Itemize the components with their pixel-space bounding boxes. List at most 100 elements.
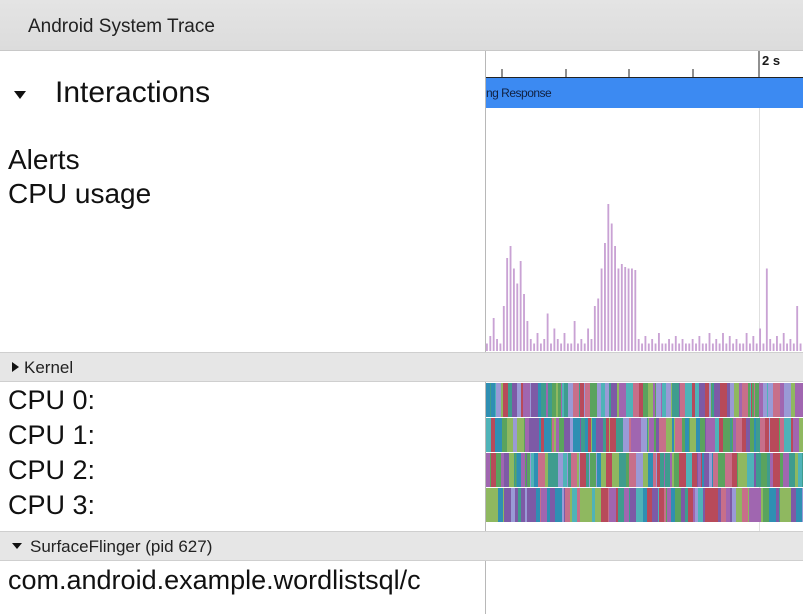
cpu-slice[interactable]	[548, 453, 552, 487]
cpu-slice[interactable]	[643, 453, 646, 487]
cpu-slice[interactable]	[739, 383, 742, 417]
cpu-slice[interactable]	[550, 488, 555, 522]
cpu-slice[interactable]	[544, 418, 551, 452]
cpu-slice[interactable]	[779, 418, 780, 452]
cpu-slice[interactable]	[609, 383, 611, 417]
cpu-slice[interactable]	[559, 418, 564, 452]
cpu-slice[interactable]	[756, 453, 761, 487]
cpu-slice[interactable]	[518, 488, 521, 522]
cpu-slice[interactable]	[665, 453, 670, 487]
cpu-slice[interactable]	[580, 453, 586, 487]
cpu-slice[interactable]	[515, 453, 516, 487]
cpu-slice[interactable]	[697, 453, 698, 487]
cpu-slice[interactable]	[751, 383, 752, 417]
cpu-slice[interactable]	[720, 383, 722, 417]
cpu-slice[interactable]	[759, 383, 763, 417]
cpu-slice[interactable]	[555, 488, 562, 522]
cpu-slice[interactable]	[525, 418, 529, 452]
cpu-slice[interactable]	[513, 418, 517, 452]
cpu-slice[interactable]	[529, 453, 530, 487]
cpu-slice[interactable]	[606, 453, 612, 487]
cpu-slice[interactable]	[730, 383, 734, 417]
cpu-slice[interactable]	[610, 418, 616, 452]
cpu-slice[interactable]	[689, 418, 690, 452]
cpu-slice[interactable]	[690, 418, 696, 452]
process-header[interactable]: SurfaceFlinger (pid 627)	[0, 531, 803, 561]
cpu-slice[interactable]	[581, 418, 585, 452]
cpu-slice[interactable]	[756, 418, 760, 452]
cpu-slice[interactable]	[662, 383, 666, 417]
cpu-slice[interactable]	[641, 418, 647, 452]
cpu-slice[interactable]	[527, 488, 530, 522]
cpu-slice[interactable]	[531, 453, 534, 487]
cpu-slice[interactable]	[737, 453, 738, 487]
cpu-slice[interactable]	[530, 383, 531, 417]
cpu-slice[interactable]	[617, 383, 619, 417]
cpu-slice[interactable]	[648, 418, 649, 452]
cpu-slice[interactable]	[611, 383, 617, 417]
interaction-slice[interactable]: ng Response	[486, 78, 803, 108]
cpu-slice[interactable]	[715, 418, 719, 452]
cpu-slice[interactable]	[789, 453, 795, 487]
cpu-slice[interactable]	[629, 488, 630, 522]
cpu-slice[interactable]	[563, 453, 567, 487]
cpu-slice[interactable]	[568, 383, 573, 417]
cpu-slice[interactable]	[552, 453, 558, 487]
cpu-slice[interactable]	[597, 453, 601, 487]
cpu-slice[interactable]	[626, 453, 629, 487]
cpu-slice[interactable]	[567, 453, 568, 487]
cpu-slice[interactable]	[592, 488, 595, 522]
cpu-slice[interactable]	[552, 383, 556, 417]
cpu-slice[interactable]	[773, 383, 780, 417]
cpu-slice[interactable]	[596, 418, 603, 452]
cpu-slice[interactable]	[727, 383, 730, 417]
cpu-slice[interactable]	[561, 383, 562, 417]
cpu-slice[interactable]	[761, 488, 763, 522]
cpu-slice[interactable]	[529, 418, 534, 452]
cpu-slice[interactable]	[585, 418, 588, 452]
cpu-slice[interactable]	[754, 418, 756, 452]
cpu-slice[interactable]	[709, 418, 715, 452]
cpu-slice[interactable]	[754, 383, 755, 417]
cpu-slice[interactable]	[580, 488, 585, 522]
cpu-slice[interactable]	[664, 488, 666, 522]
cpu-slice[interactable]	[655, 383, 656, 417]
cpu-slice[interactable]	[752, 383, 754, 417]
cpu-slice[interactable]	[539, 418, 541, 452]
cpu-slice[interactable]	[726, 488, 730, 522]
cpu-slice[interactable]	[637, 488, 643, 522]
cpu-slice[interactable]	[534, 453, 538, 487]
cpu-slice[interactable]	[738, 453, 742, 487]
cpu-slice[interactable]	[672, 418, 674, 452]
cpu-slice[interactable]	[630, 488, 636, 522]
cpu-slice[interactable]	[590, 453, 596, 487]
cpu-slice[interactable]	[734, 383, 735, 417]
cpu-slice[interactable]	[760, 418, 765, 452]
cpu-slice[interactable]	[577, 453, 579, 487]
cpu-slice[interactable]	[643, 383, 646, 417]
cpu-slice[interactable]	[653, 453, 656, 487]
cpu-slice[interactable]	[736, 418, 742, 452]
cpu-slice[interactable]	[795, 453, 798, 487]
cpu-slice[interactable]	[516, 453, 517, 487]
cpu-slice[interactable]	[646, 383, 648, 417]
cpu-slice[interactable]	[736, 488, 742, 522]
cpu-slice[interactable]	[696, 418, 700, 452]
cpu-slice[interactable]	[652, 488, 658, 522]
cpu-slice[interactable]	[698, 453, 701, 487]
cpu-slice[interactable]	[688, 488, 693, 522]
cpu-slice[interactable]	[517, 453, 521, 487]
cpu-slice[interactable]	[685, 418, 689, 452]
cpu-slice[interactable]	[733, 418, 736, 452]
cpu-slice[interactable]	[619, 453, 626, 487]
cpu-slice[interactable]	[666, 418, 672, 452]
cpu-slice[interactable]	[784, 383, 791, 417]
cpu-slice[interactable]	[714, 383, 720, 417]
cpu-slice[interactable]	[769, 488, 776, 522]
cpu-slice[interactable]	[695, 383, 699, 417]
cpu-slice[interactable]	[756, 488, 761, 522]
cpu-slice[interactable]	[656, 418, 659, 452]
cpu-slice[interactable]	[712, 383, 714, 417]
cpu-slice[interactable]	[536, 488, 537, 522]
cpu-slice[interactable]	[556, 418, 559, 452]
